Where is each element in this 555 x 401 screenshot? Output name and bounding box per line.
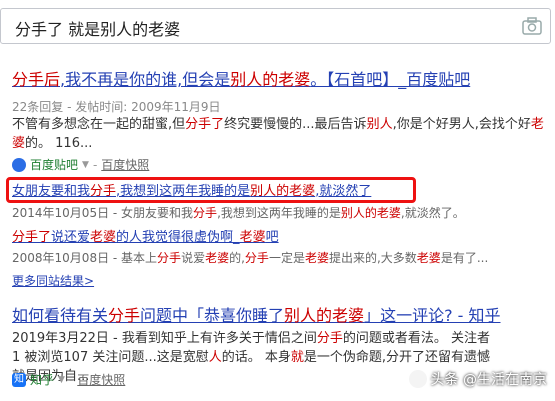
more-results-link[interactable]: 更多同站结果>: [12, 274, 94, 288]
chevron-down-icon[interactable]: ▼: [82, 160, 89, 170]
snapshot-link[interactable]: 百度快照: [77, 371, 125, 388]
paw-icon: [12, 157, 26, 172]
chevron-down-icon[interactable]: ▼: [58, 375, 65, 385]
result-source: 百度贴吧 ▼ - 百度快照: [12, 156, 548, 173]
highlight-box: [6, 177, 416, 203]
camera-icon[interactable]: [522, 17, 542, 35]
sub-result-title[interactable]: 分手了说还爱老婆的人我觉得很虚伪啊_老婆吧: [12, 226, 548, 245]
result-title[interactable]: 分手后,我不再是你的谁,但会是别人的老婆。【石首吧】_百度贴吧: [12, 66, 548, 90]
result-title[interactable]: 如何看待有关分手问题中「恭喜你睡了别人的老婆」这一评论? - 知乎: [12, 302, 548, 326]
search-input[interactable]: 分手了 就是别人的老婆: [15, 16, 180, 40]
sub-result-meta: 2008年10月08日 - 基本上分手说爱老婆的,分手一定是老婆提出来的,大多数…: [12, 251, 489, 265]
sub-result-meta: 2014年10月05日 - 女朋友要和我分手,我想到这两年我睡的是别人的老婆,就…: [12, 206, 465, 220]
source-name[interactable]: 知乎: [30, 371, 54, 388]
watermark: 头条 @生活在南京: [408, 369, 547, 389]
result-meta: 22条回复 - 发帖时间: 2009年11月9日: [12, 100, 221, 114]
zhihu-icon: 知: [12, 372, 26, 387]
result-abstract: 不管有多想念在一起的甜蜜,但分手了终究要慢慢的...最后告诉别人,你是个好男人,…: [12, 117, 544, 151]
source-name[interactable]: 百度贴吧: [30, 156, 78, 173]
search-box[interactable]: 分手了 就是别人的老婆: [0, 8, 551, 44]
search-result: 分手后,我不再是你的谁,但会是别人的老婆。【石首吧】_百度贴吧: [12, 66, 548, 90]
toutiao-logo-icon: [408, 370, 427, 388]
snapshot-link[interactable]: 百度快照: [101, 156, 149, 173]
